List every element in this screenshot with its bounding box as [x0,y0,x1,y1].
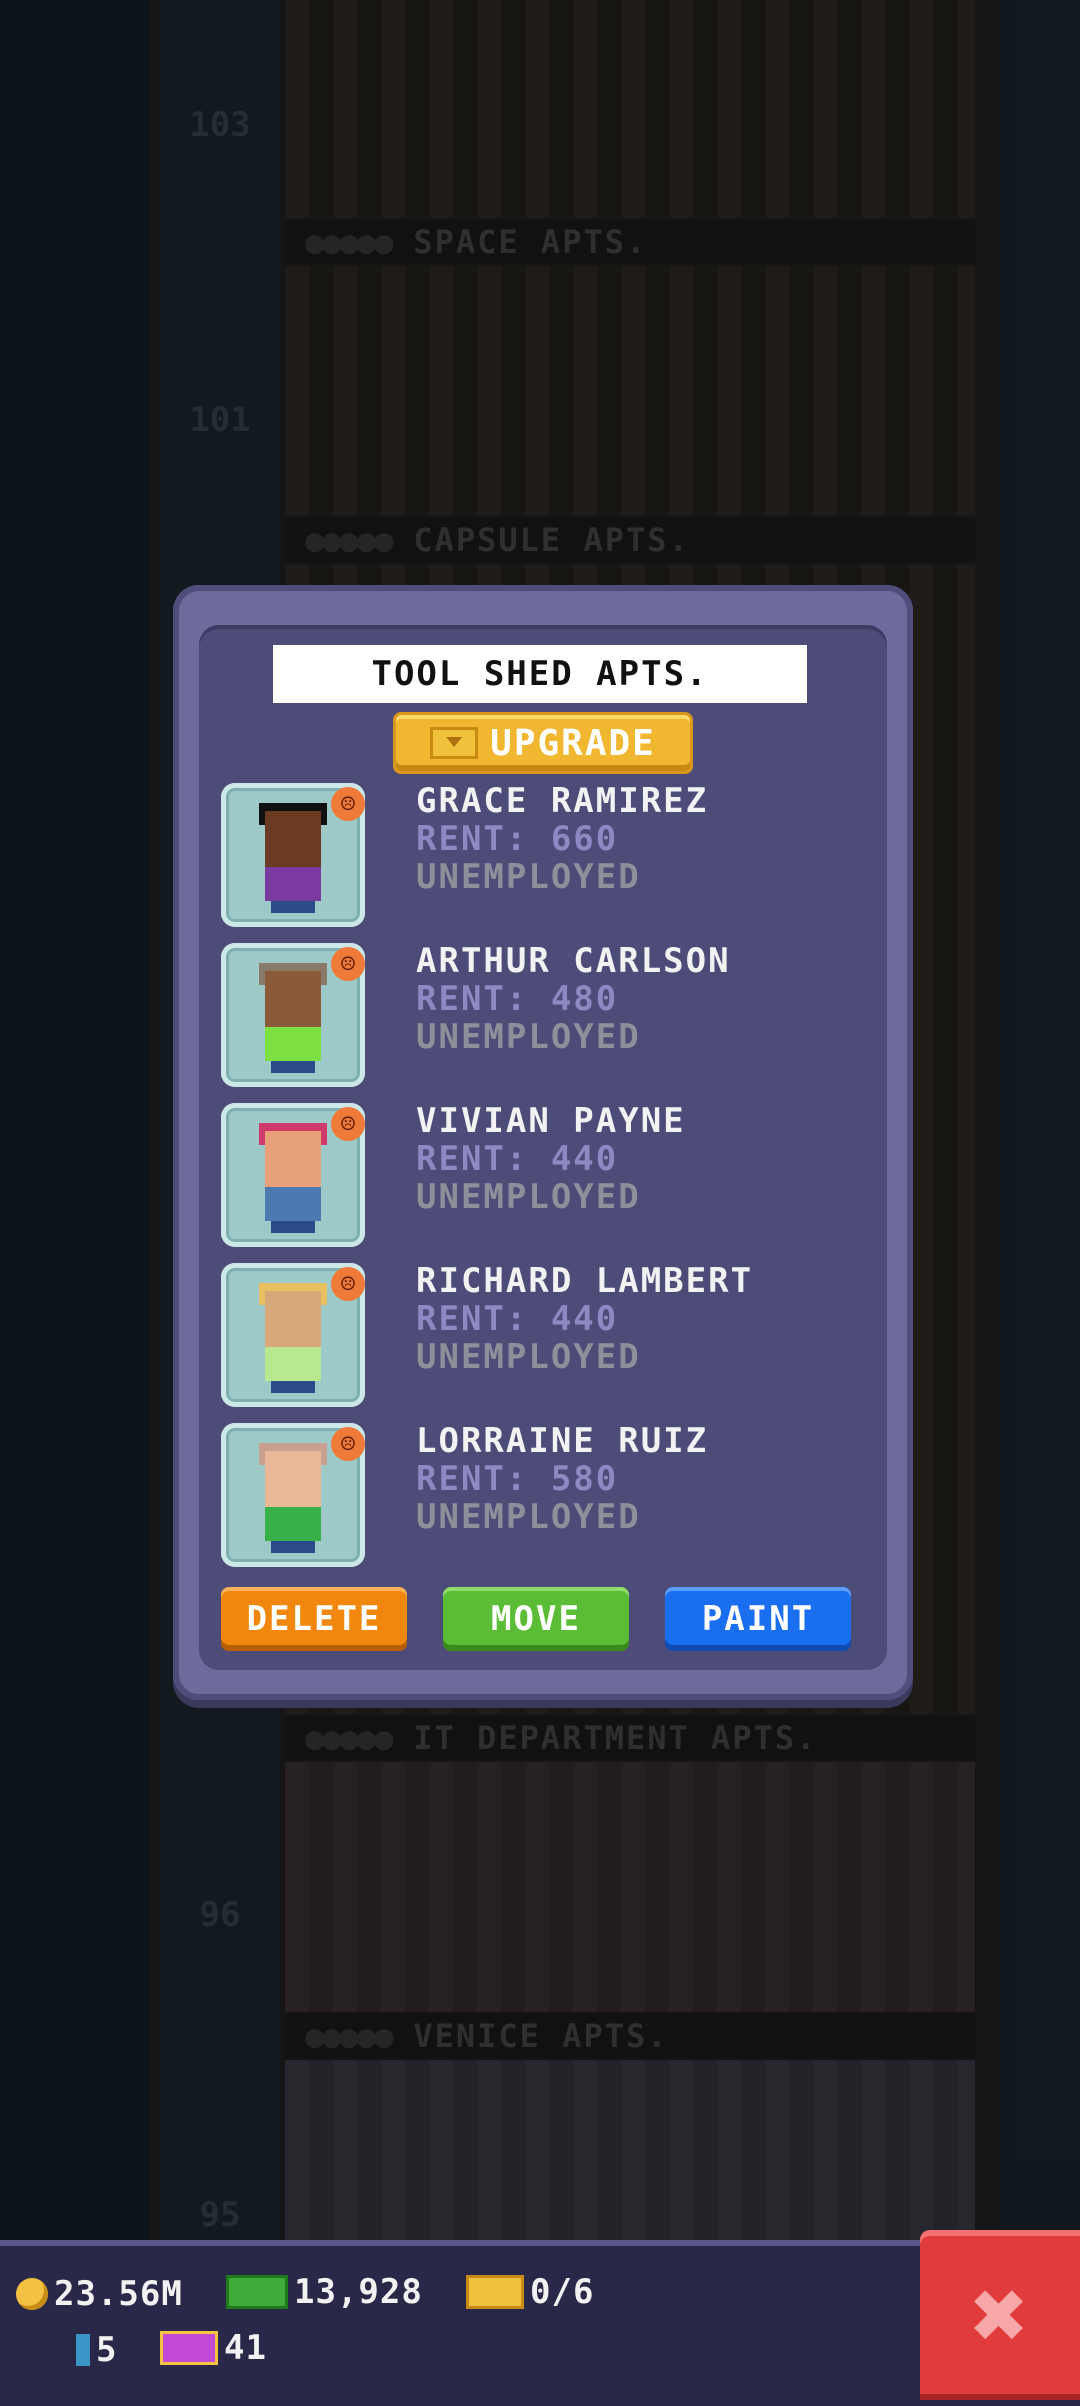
bottom-status-bar: 23.56M 13,928 0/6 5 41 [0,2240,1080,2406]
close-button[interactable]: ✖ [920,2230,1080,2400]
coins-stat: 23.56M [16,2274,183,2314]
resident-job: UNEMPLOYED [416,1497,641,1537]
unhappy-face-icon: ☹ [331,1427,365,1461]
vip-stat: 41 [160,2328,267,2368]
unhappy-face-icon: ☹ [331,947,365,981]
resident-row[interactable]: ☹ GRACE RAMIREZ RENT: 660 UNEMPLOYED [221,781,861,933]
avatar-legs [271,1541,315,1553]
avatar-legs [271,1221,315,1233]
bux-value: 0/6 [530,2272,595,2312]
avatar-body [265,1347,321,1381]
bux-stat: 0/6 [466,2272,594,2312]
resident-name: VIVIAN PAYNE [416,1101,686,1141]
resident-job: UNEMPLOYED [416,1177,641,1217]
unhappy-face-icon: ☹ [331,1107,365,1141]
unhappy-face-icon: ☹ [331,787,365,821]
move-button[interactable]: MOVE [443,1587,629,1651]
vip-icon [160,2331,218,2365]
resident-row[interactable]: ☹ RICHARD LAMBERT RENT: 440 UNEMPLOYED [221,1261,861,1413]
tower-bux-icon [430,727,479,759]
resident-name: LORRAINE RUIZ [416,1421,709,1461]
resident-portrait[interactable]: ☹ [221,783,365,927]
resident-rent: RENT: 660 [416,819,619,859]
avatar-legs [271,901,315,913]
avatar-head [265,1291,321,1347]
avatar-head [265,811,321,867]
resident-rent: RENT: 440 [416,1139,619,1179]
avatar-head [265,1131,321,1187]
cash-stat: 13,928 [226,2272,423,2312]
paint-button[interactable]: PAINT [665,1587,851,1651]
keys-value: 5 [96,2330,118,2370]
avatar-body [265,1027,321,1061]
upgrade-label: UPGRADE [490,722,656,764]
resident-portrait[interactable]: ☹ [221,1263,365,1407]
delete-button[interactable]: DELETE [221,1587,407,1651]
avatar-legs [271,1381,315,1393]
avatar-legs [271,1061,315,1073]
key-icon [76,2334,90,2366]
unhappy-face-icon: ☹ [331,1267,365,1301]
tower-bux-icon [466,2275,524,2309]
resident-portrait[interactable]: ☹ [221,943,365,1087]
resident-name: ARTHUR CARLSON [416,941,731,981]
resident-rent: RENT: 480 [416,979,619,1019]
floor-dialog: TOOL SHED APTS. UPGRADE ☹ GRACE RAMIREZ RE… [173,585,913,1700]
resident-rent: RENT: 580 [416,1459,619,1499]
coin-icon [16,2278,48,2310]
resident-portrait[interactable]: ☹ [221,1103,365,1247]
coins-value: 23.56M [54,2274,183,2314]
resident-job: UNEMPLOYED [416,1337,641,1377]
resident-row[interactable]: ☹ ARTHUR CARLSON RENT: 480 UNEMPLOYED [221,941,861,1093]
resident-job: UNEMPLOYED [416,1017,641,1057]
cash-icon [226,2275,288,2309]
avatar-head [265,1451,321,1507]
vip-value: 41 [224,2328,267,2368]
resident-name: GRACE RAMIREZ [416,781,709,821]
avatar-body [265,1187,321,1221]
upgrade-button[interactable]: UPGRADE [393,712,693,774]
keys-stat: 5 [76,2330,117,2370]
avatar-head [265,971,321,1027]
avatar-body [265,1507,321,1541]
resident-row[interactable]: ☹ VIVIAN PAYNE RENT: 440 UNEMPLOYED [221,1101,861,1253]
cash-value: 13,928 [294,2272,423,2312]
dialog-panel: TOOL SHED APTS. UPGRADE ☹ GRACE RAMIREZ RE… [199,625,887,1670]
floor-title: TOOL SHED APTS. [273,645,807,703]
avatar-body [265,867,321,901]
resident-portrait[interactable]: ☹ [221,1423,365,1567]
resident-name: RICHARD LAMBERT [416,1261,754,1301]
resident-job: UNEMPLOYED [416,857,641,897]
resident-row[interactable]: ☹ LORRAINE RUIZ RENT: 580 UNEMPLOYED [221,1421,861,1573]
resident-rent: RENT: 440 [416,1299,619,1339]
